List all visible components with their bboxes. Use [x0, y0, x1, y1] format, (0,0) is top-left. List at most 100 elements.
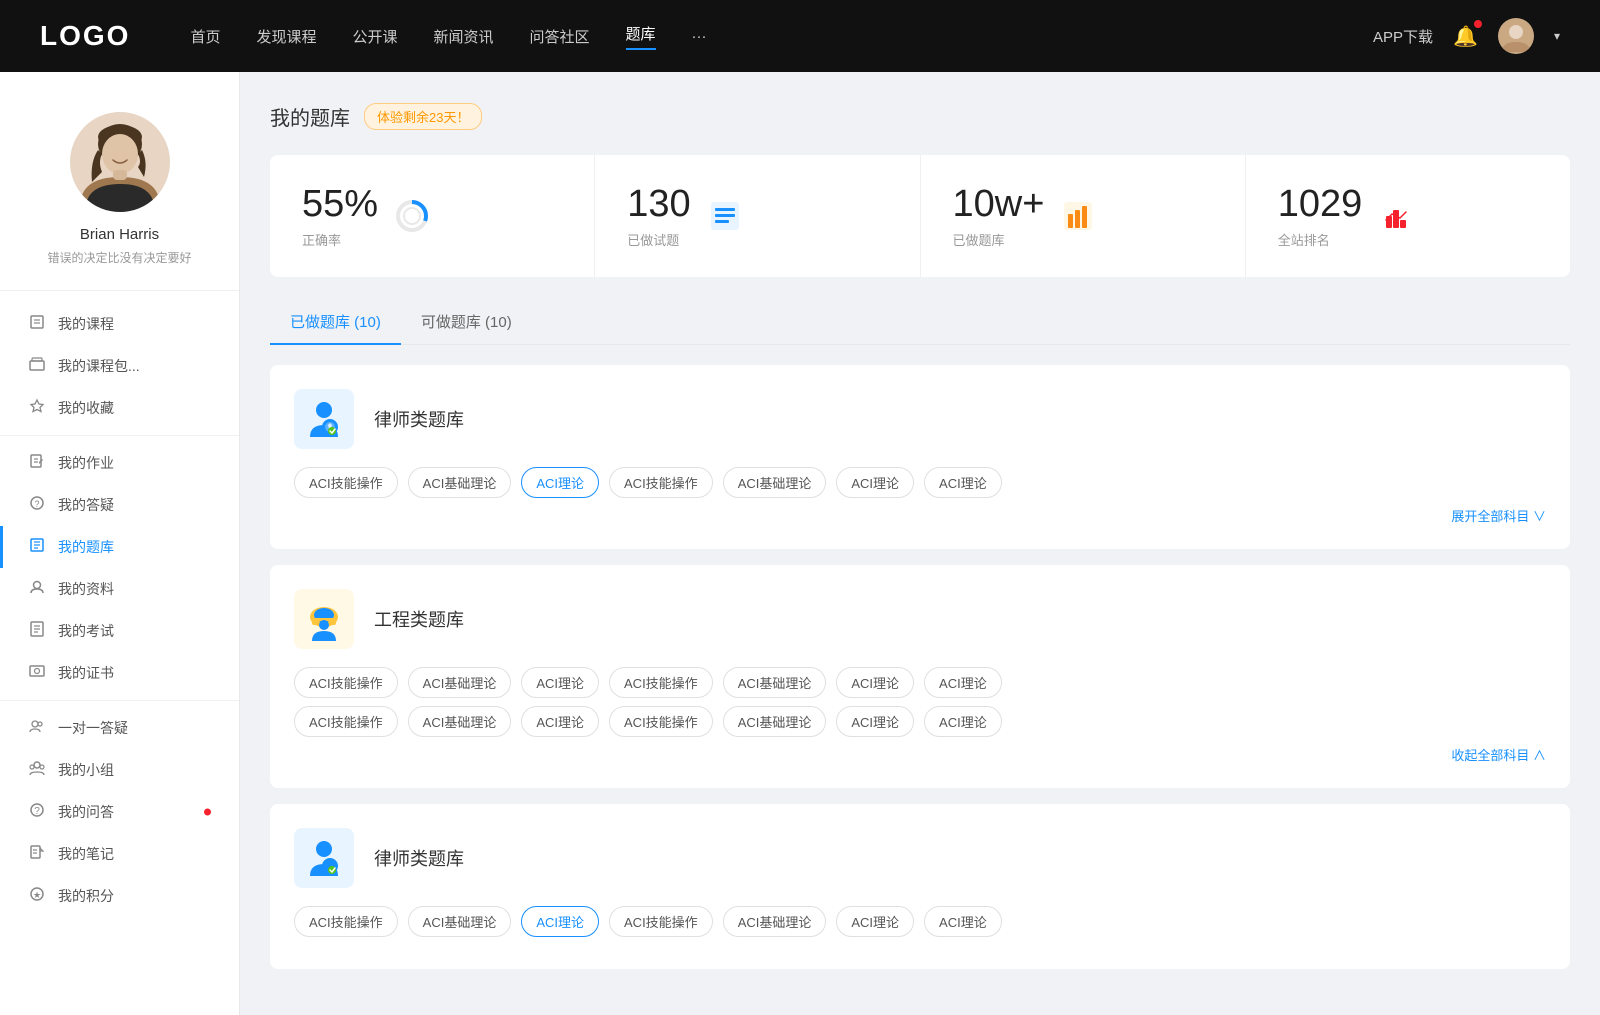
points-icon: ★ — [28, 886, 46, 906]
notification-badge — [1474, 20, 1482, 28]
tag-2-9[interactable]: ACI理论 — [521, 706, 599, 737]
sidebar-item-courses[interactable]: 我的课程 — [0, 303, 239, 345]
sidebar-exam-label: 我的考试 — [58, 621, 114, 641]
stat-questions-done: 130 已做试题 — [595, 155, 920, 277]
nav-home[interactable]: 首页 — [190, 26, 220, 47]
subject-title-3: 律师类题库 — [374, 845, 464, 871]
tag-2-13[interactable]: ACI理论 — [924, 706, 1002, 737]
tag-2-2[interactable]: ACI理论 — [521, 667, 599, 698]
sidebar-item-notes[interactable]: 我的笔记 — [0, 833, 239, 875]
sidebar-item-profile[interactable]: 我的资料 — [0, 568, 239, 610]
stat-accuracy: 55% 正确率 — [270, 155, 595, 277]
course-packages-icon — [28, 356, 46, 376]
tag-2-7[interactable]: ACI技能操作 — [294, 706, 398, 737]
tag-1-3[interactable]: ACI技能操作 — [609, 467, 713, 498]
sidebar-item-quiz-bank[interactable]: 我的题库 — [0, 526, 239, 568]
stat-questions-value: 130 — [627, 183, 690, 226]
tag-3-0[interactable]: ACI技能操作 — [294, 906, 398, 937]
subject-header-3: 律师类题库 — [294, 828, 1546, 888]
sidebar-item-points[interactable]: ★ 我的积分 — [0, 875, 239, 917]
tag-1-1[interactable]: ACI基础理论 — [408, 467, 512, 498]
sidebar-item-certificate[interactable]: 我的证书 — [0, 652, 239, 694]
sidebar-courses-label: 我的课程 — [58, 314, 114, 334]
user-avatar[interactable] — [1498, 18, 1534, 54]
tag-3-6[interactable]: ACI理论 — [924, 906, 1002, 937]
sidebar-avatar — [70, 112, 170, 212]
tag-3-5[interactable]: ACI理论 — [836, 906, 914, 937]
sidebar-profile-label: 我的资料 — [58, 579, 114, 599]
stats-row: 55% 正确率 130 已做试题 — [270, 155, 1570, 277]
tag-1-2[interactable]: ACI理论 — [521, 467, 599, 498]
tag-2-11[interactable]: ACI基础理论 — [723, 706, 827, 737]
nav-qa[interactable]: 问答社区 — [530, 26, 590, 47]
user-menu-chevron[interactable]: ▾ — [1554, 29, 1560, 43]
tag-2-12[interactable]: ACI理论 — [836, 706, 914, 737]
stat-banks-done: 10w+ 已做题库 — [921, 155, 1246, 277]
nav-open-course[interactable]: 公开课 — [352, 26, 397, 47]
sidebar-item-my-qa[interactable]: ? 我的问答 — [0, 791, 239, 833]
stat-ranking-label: 全站排名 — [1278, 230, 1363, 249]
nav-more[interactable]: ··· — [692, 28, 707, 45]
sidebar-notes-label: 我的笔记 — [58, 844, 114, 864]
tag-2-3[interactable]: ACI技能操作 — [609, 667, 713, 698]
sidebar-group-label: 我的小组 — [58, 760, 114, 780]
sidebar-item-exam[interactable]: 我的考试 — [0, 610, 239, 652]
tag-3-3[interactable]: ACI技能操作 — [609, 906, 713, 937]
sidebar-certificate-label: 我的证书 — [58, 663, 114, 683]
tag-1-6[interactable]: ACI理论 — [924, 467, 1002, 498]
sidebar-questions-label: 我的答疑 — [58, 495, 114, 515]
app-download-link[interactable]: APP下载 — [1373, 26, 1433, 47]
collapse-link-2[interactable]: 收起全部科目 ∧ — [294, 745, 1546, 764]
sidebar-item-course-packages[interactable]: 我的课程包... — [0, 345, 239, 387]
tab-done[interactable]: 已做题库 (10) — [270, 301, 401, 344]
quiz-bank-icon — [28, 537, 46, 557]
notes-icon — [28, 844, 46, 864]
tag-1-5[interactable]: ACI理论 — [836, 467, 914, 498]
tag-2-1[interactable]: ACI基础理论 — [408, 667, 512, 698]
tag-2-0[interactable]: ACI技能操作 — [294, 667, 398, 698]
profile-icon — [28, 579, 46, 599]
notification-bell[interactable]: 🔔 — [1453, 24, 1478, 49]
engineer-icon — [294, 589, 354, 649]
banks-icon — [1060, 198, 1096, 234]
page-title: 我的题库 — [270, 102, 350, 131]
stat-accuracy-value: 55% — [302, 183, 378, 226]
tags-row-engineer-2: ACI技能操作 ACI基础理论 ACI理论 ACI技能操作 ACI基础理论 AC… — [294, 706, 1546, 737]
tag-3-4[interactable]: ACI基础理论 — [723, 906, 827, 937]
sidebar-item-questions[interactable]: ? 我的答疑 — [0, 484, 239, 526]
stat-ranking-value: 1029 — [1278, 183, 1363, 226]
tag-2-5[interactable]: ACI理论 — [836, 667, 914, 698]
my-qa-icon: ? — [28, 802, 46, 822]
tag-3-2[interactable]: ACI理论 — [521, 906, 599, 937]
svg-text:?: ? — [34, 806, 40, 817]
sidebar-divider-1 — [0, 435, 239, 436]
tag-2-4[interactable]: ACI基础理论 — [723, 667, 827, 698]
expand-link-1[interactable]: 展开全部科目 ∨ — [294, 506, 1546, 525]
tab-available[interactable]: 可做题库 (10) — [401, 301, 532, 344]
sidebar-item-favorites[interactable]: 我的收藏 — [0, 387, 239, 429]
stat-ranking: 1029 全站排名 — [1246, 155, 1570, 277]
sidebar-favorites-label: 我的收藏 — [58, 398, 114, 418]
tag-2-8[interactable]: ACI基础理论 — [408, 706, 512, 737]
lawyer-icon-3 — [294, 828, 354, 888]
ranking-icon — [1378, 198, 1414, 234]
tag-3-1[interactable]: ACI基础理论 — [408, 906, 512, 937]
sidebar-item-homework[interactable]: 我的作业 — [0, 442, 239, 484]
tag-2-10[interactable]: ACI技能操作 — [609, 706, 713, 737]
stat-banks-info: 10w+ 已做题库 — [953, 183, 1045, 249]
sidebar-divider-2 — [0, 700, 239, 701]
sidebar-item-tutoring[interactable]: 一对一答疑 — [0, 707, 239, 749]
stat-banks-value: 10w+ — [953, 183, 1045, 226]
subject-title-1: 律师类题库 — [374, 406, 464, 432]
tag-2-6[interactable]: ACI理论 — [924, 667, 1002, 698]
nav-news[interactable]: 新闻资讯 — [434, 26, 494, 47]
svg-text:?: ? — [34, 499, 39, 509]
sidebar-profile: Brian Harris 错误的决定比没有决定要好 — [0, 92, 239, 291]
nav-discover[interactable]: 发现课程 — [256, 26, 316, 47]
nav-quiz[interactable]: 题库 — [626, 23, 656, 50]
sidebar-item-group[interactable]: 我的小组 — [0, 749, 239, 791]
sidebar-tutoring-label: 一对一答疑 — [58, 718, 128, 738]
tag-1-0[interactable]: ACI技能操作 — [294, 467, 398, 498]
tag-1-4[interactable]: ACI基础理论 — [723, 467, 827, 498]
profile-avatar-image — [70, 112, 170, 212]
